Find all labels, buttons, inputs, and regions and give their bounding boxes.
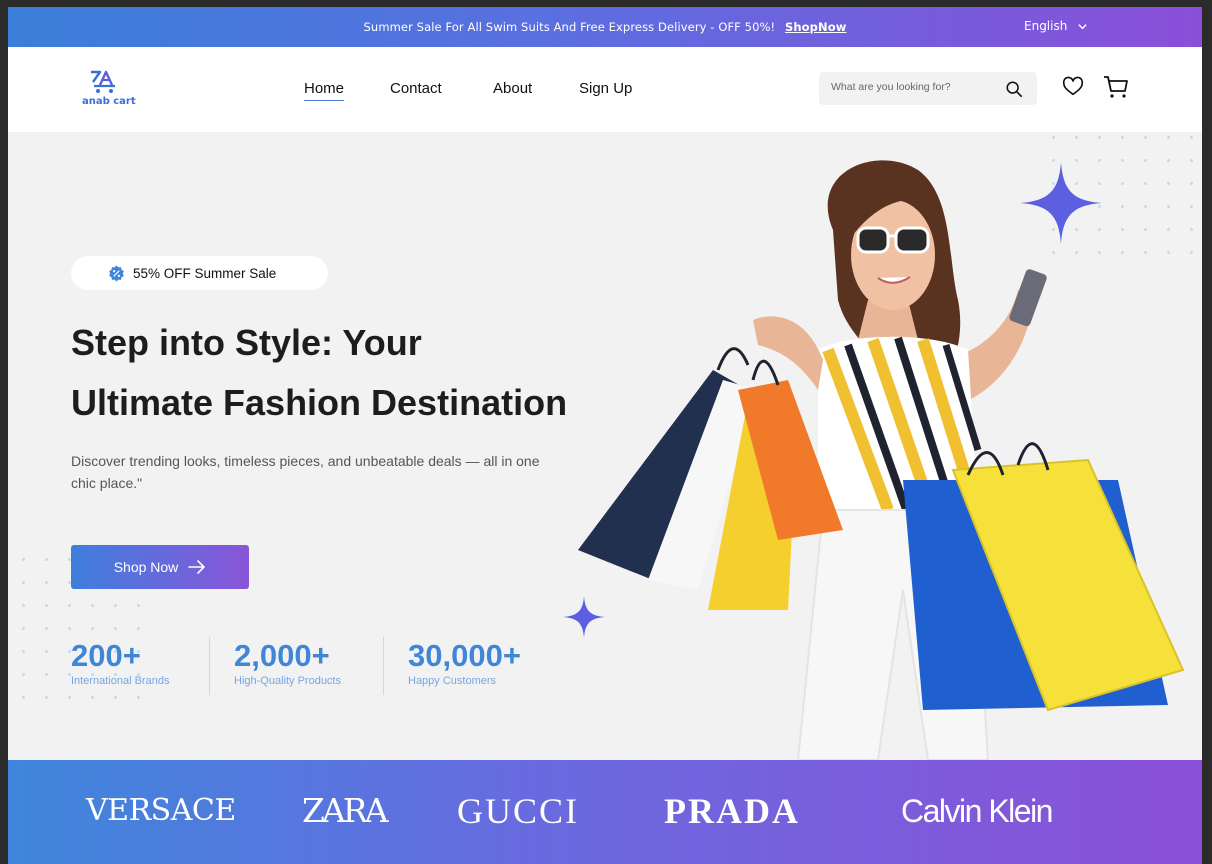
- stat-divider: [383, 637, 384, 695]
- nav-about[interactable]: About: [493, 80, 532, 97]
- dot: [91, 604, 94, 607]
- discount-icon: [109, 265, 124, 282]
- chevron-down-icon: [1078, 23, 1088, 29]
- dot: [22, 558, 25, 561]
- dot: [114, 604, 117, 607]
- dot: [45, 650, 48, 653]
- dot: [45, 673, 48, 676]
- dot: [137, 604, 140, 607]
- dot: [1190, 251, 1193, 254]
- stat-products: 2,000+ High-Quality Products: [234, 635, 341, 687]
- headline-line-1: Step into Style: Your: [71, 322, 422, 363]
- dot: [68, 604, 71, 607]
- search-icon[interactable]: [1005, 80, 1023, 98]
- stat-value: 30,000+: [408, 638, 521, 673]
- dot: [91, 696, 94, 699]
- dot: [22, 627, 25, 630]
- stat-brands: 200+ International Brands: [71, 635, 169, 687]
- brand-prada[interactable]: PRADA: [664, 790, 800, 832]
- banner-message: Summer Sale For All Swim Suits And Free …: [8, 20, 1202, 34]
- dot: [45, 604, 48, 607]
- dot: [1190, 182, 1193, 185]
- sparkle-small-icon: [563, 596, 605, 638]
- heart-icon[interactable]: [1062, 76, 1084, 98]
- shop-now-button[interactable]: Shop Now: [71, 545, 249, 589]
- cart-icon[interactable]: [1103, 75, 1129, 99]
- nav-sign-up[interactable]: Sign Up: [579, 80, 632, 97]
- sale-badge: 55% OFF Summer Sale: [71, 256, 328, 290]
- brand-calvin-klein[interactable]: Calvin Klein: [901, 793, 1053, 830]
- page: Summer Sale For All Swim Suits And Free …: [8, 7, 1202, 864]
- dot: [45, 581, 48, 584]
- dot: [137, 696, 140, 699]
- brand-zara[interactable]: ZARA: [302, 791, 388, 830]
- search-input[interactable]: [831, 81, 991, 93]
- dot: [22, 673, 25, 676]
- logo-text: anab cart: [82, 96, 136, 107]
- dot: [1190, 159, 1193, 162]
- dot: [22, 696, 25, 699]
- badge-text: 55% OFF Summer Sale: [133, 265, 277, 281]
- hero-section: 55% OFF Summer Sale Step into Style: You…: [8, 132, 1202, 760]
- dot: [91, 627, 94, 630]
- brand-versace[interactable]: VERSACE: [86, 793, 236, 828]
- language-label: English: [1024, 19, 1068, 33]
- dot: [68, 627, 71, 630]
- dot: [137, 627, 140, 630]
- shop-now-link[interactable]: ShopNow: [785, 20, 846, 34]
- dot: [114, 627, 117, 630]
- dot: [1190, 228, 1193, 231]
- top-banner: Summer Sale For All Swim Suits And Free …: [8, 7, 1202, 47]
- dot: [45, 558, 48, 561]
- sparkle-large-icon: [1020, 162, 1102, 244]
- logo-cart-icon: [91, 70, 115, 93]
- nav-contact[interactable]: Contact: [390, 80, 442, 97]
- shop-now-label: Shop Now: [113, 559, 179, 575]
- arrow-right-icon: [188, 560, 206, 574]
- stat-label: International Brands: [71, 675, 170, 687]
- dot: [45, 627, 48, 630]
- dot: [1075, 136, 1078, 139]
- dot: [45, 696, 48, 699]
- dot: [1144, 136, 1147, 139]
- nav-home[interactable]: Home: [304, 80, 345, 101]
- language-selector[interactable]: English: [1024, 19, 1088, 33]
- dot: [22, 650, 25, 653]
- stat-label: High-Quality Products: [234, 675, 341, 687]
- dot: [1167, 136, 1170, 139]
- brands-strip: VERSACE ZARA GUCCI PRADA Calvin Klein: [8, 760, 1202, 864]
- banner-text: Summer Sale For All Swim Suits And Free …: [363, 20, 776, 34]
- site-header: anab cart Home Contact About Sign Up: [8, 47, 1202, 132]
- dot: [1098, 136, 1101, 139]
- stat-divider: [209, 637, 210, 695]
- stat-value: 200+: [71, 638, 141, 673]
- brand-gucci[interactable]: GUCCI: [457, 790, 579, 832]
- dot: [1190, 136, 1193, 139]
- logo[interactable]: anab cart: [82, 69, 142, 107]
- dot: [1052, 136, 1055, 139]
- hero-description: Discover trending looks, timeless pieces…: [71, 453, 540, 491]
- stat-value: 2,000+: [234, 638, 330, 673]
- dot: [1190, 205, 1193, 208]
- headline-line-2: Ultimate Fashion Destination: [71, 382, 568, 423]
- search-box: [819, 72, 1037, 105]
- stat-customers: 30,000+ Happy Customers: [408, 635, 521, 687]
- dot: [22, 581, 25, 584]
- dot: [68, 696, 71, 699]
- dot: [22, 604, 25, 607]
- dot: [1121, 136, 1124, 139]
- dot: [114, 696, 117, 699]
